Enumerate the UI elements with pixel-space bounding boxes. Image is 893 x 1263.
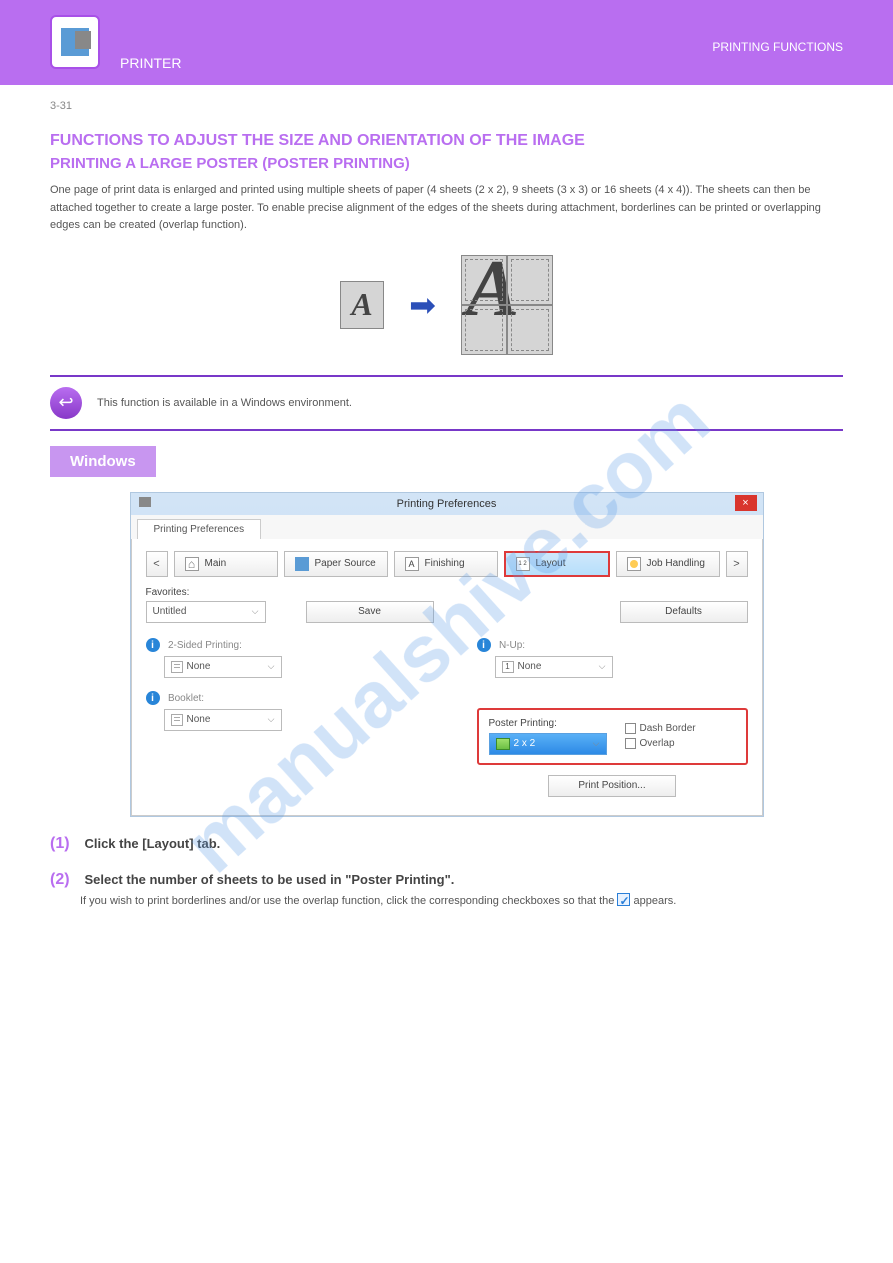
page-lines-icon <box>171 714 183 726</box>
booklet-value: None <box>187 714 211 725</box>
window-titlebar: Printing Preferences × <box>131 493 763 515</box>
step-2: (2) Select the number of sheets to be us… <box>50 871 843 889</box>
intro-text: One page of print data is enlarged and p… <box>50 182 843 235</box>
chevron-down-icon: ⌵ <box>252 606 259 617</box>
tile-bottom-left: A <box>461 305 507 355</box>
section-icon <box>50 15 100 69</box>
save-button[interactable]: Save <box>306 601 434 623</box>
checkbox-icon <box>625 738 636 749</box>
dialog-screenshot: Printing Preferences × Printing Preferen… <box>130 492 764 817</box>
chevron-down-icon: ⌵ <box>268 661 275 672</box>
poster-printing-combo[interactable]: 2 x 2 ⌵ <box>489 733 607 755</box>
info-icon[interactable]: i <box>146 638 160 652</box>
step-1-number: (1) <box>50 835 80 853</box>
twosided-label: 2-Sided Printing: <box>168 640 242 651</box>
chevron-down-icon: ⌵ <box>593 738 600 749</box>
nup-combo[interactable]: 1 None ⌵ <box>495 656 613 678</box>
twosided-value: None <box>187 661 211 672</box>
separator <box>50 429 843 431</box>
tile-top-right: A <box>507 255 553 305</box>
poster-printing-label: Poster Printing: <box>489 718 607 729</box>
booklet-combo[interactable]: None ⌵ <box>164 709 282 731</box>
tab-main-label: Main <box>205 558 227 569</box>
header-right-label: PRINTING FUNCTIONS <box>712 40 843 54</box>
poster-value: 2 x 2 <box>514 738 536 749</box>
step-2-body: If you wish to print borderlines and/or … <box>80 893 843 910</box>
home-icon <box>185 557 199 571</box>
booklet-label: Booklet: <box>168 693 204 704</box>
checked-checkbox-icon <box>617 893 630 906</box>
print-position-button[interactable]: Print Position... <box>548 775 676 797</box>
header-left-label: PRINTER <box>120 55 181 71</box>
printer-doc-icon <box>61 28 89 56</box>
printer-icon <box>139 497 151 507</box>
tab-paper-source[interactable]: Paper Source <box>284 551 388 577</box>
page-title: PRINTING A LARGE POSTER (POSTER PRINTING… <box>50 155 843 172</box>
step-1: (1) Click the [Layout] tab. <box>50 835 843 853</box>
window-title: Printing Preferences <box>397 498 497 510</box>
note-block: ↩ This function is available in a Window… <box>50 377 843 429</box>
overlap-label: Overlap <box>640 738 675 749</box>
tiled-output-grid: A A A A <box>461 255 553 355</box>
dash-border-label: Dash Border <box>640 723 696 734</box>
back-arrow-icon: ↩ <box>50 387 82 419</box>
note-text: This function is available in a Windows … <box>97 397 352 409</box>
checkbox-icon <box>625 723 636 734</box>
nup-prefix-icon: 1 <box>502 661 514 673</box>
poster-thumb-icon <box>496 738 510 750</box>
tab-main[interactable]: Main <box>174 551 278 577</box>
category-tabs-row: < Main Paper Source Finishing Layout Job… <box>146 551 748 577</box>
section-heading: FUNCTIONS TO ADJUST THE SIZE AND ORIENTA… <box>50 132 843 150</box>
chevron-down-icon: ⌵ <box>599 661 606 672</box>
info-icon[interactable]: i <box>146 691 160 705</box>
single-page-thumb: A <box>340 281 384 329</box>
tab-job-handling[interactable]: Job Handling <box>616 551 720 577</box>
step-2-body-a: If you wish to print borderlines and/or … <box>80 895 617 907</box>
defaults-button[interactable]: Defaults <box>620 601 748 623</box>
step-2-title: Select the number of sheets to be used i… <box>84 872 454 887</box>
tab-prev-button[interactable]: < <box>146 551 168 577</box>
dash-border-checkbox[interactable]: Dash Border <box>625 723 696 734</box>
page-number: 3-31 <box>50 100 843 112</box>
step-2-number: (2) <box>50 871 80 889</box>
layout-icon <box>516 557 530 571</box>
arrow-icon: ➡ <box>409 286 436 324</box>
tab-layout[interactable]: Layout <box>504 551 610 577</box>
file-tab[interactable]: Printing Preferences <box>137 519 262 539</box>
tile-top-left: A <box>461 255 507 305</box>
nup-value: None <box>518 661 542 672</box>
tile-bottom-right: A <box>507 305 553 355</box>
favorites-value: Untitled <box>153 606 187 617</box>
twosided-combo[interactable]: None ⌵ <box>164 656 282 678</box>
favorites-combo[interactable]: Untitled ⌵ <box>146 601 266 623</box>
os-label: Windows <box>50 446 156 477</box>
tab-next-button[interactable]: > <box>726 551 748 577</box>
close-icon[interactable]: × <box>735 495 757 511</box>
tab-finishing-label: Finishing <box>425 558 465 569</box>
file-tab-strip: Printing Preferences <box>131 515 763 539</box>
tab-job-label: Job Handling <box>647 558 705 569</box>
nup-label: N-Up: <box>499 640 525 651</box>
tray-icon <box>295 557 309 571</box>
chevron-down-icon: ⌵ <box>268 714 275 725</box>
step-1-title: Click the [Layout] tab. <box>84 836 220 851</box>
job-icon <box>627 557 641 571</box>
overlap-checkbox[interactable]: Overlap <box>625 738 696 749</box>
tab-paper-label: Paper Source <box>315 558 376 569</box>
favorites-label: Favorites: <box>146 587 748 598</box>
tab-layout-label: Layout <box>536 558 566 569</box>
page-lines-icon <box>171 661 183 673</box>
tab-finishing[interactable]: Finishing <box>394 551 498 577</box>
header-bar: PRINTER PRINTING FUNCTIONS <box>0 0 893 85</box>
poster-illustration: A ➡ A A A A <box>50 255 843 355</box>
poster-printing-group: Poster Printing: 2 x 2 ⌵ Dash Border Over… <box>477 708 748 765</box>
step-2-body-b: appears. <box>634 895 677 907</box>
finishing-icon <box>405 557 419 571</box>
info-icon[interactable]: i <box>477 638 491 652</box>
